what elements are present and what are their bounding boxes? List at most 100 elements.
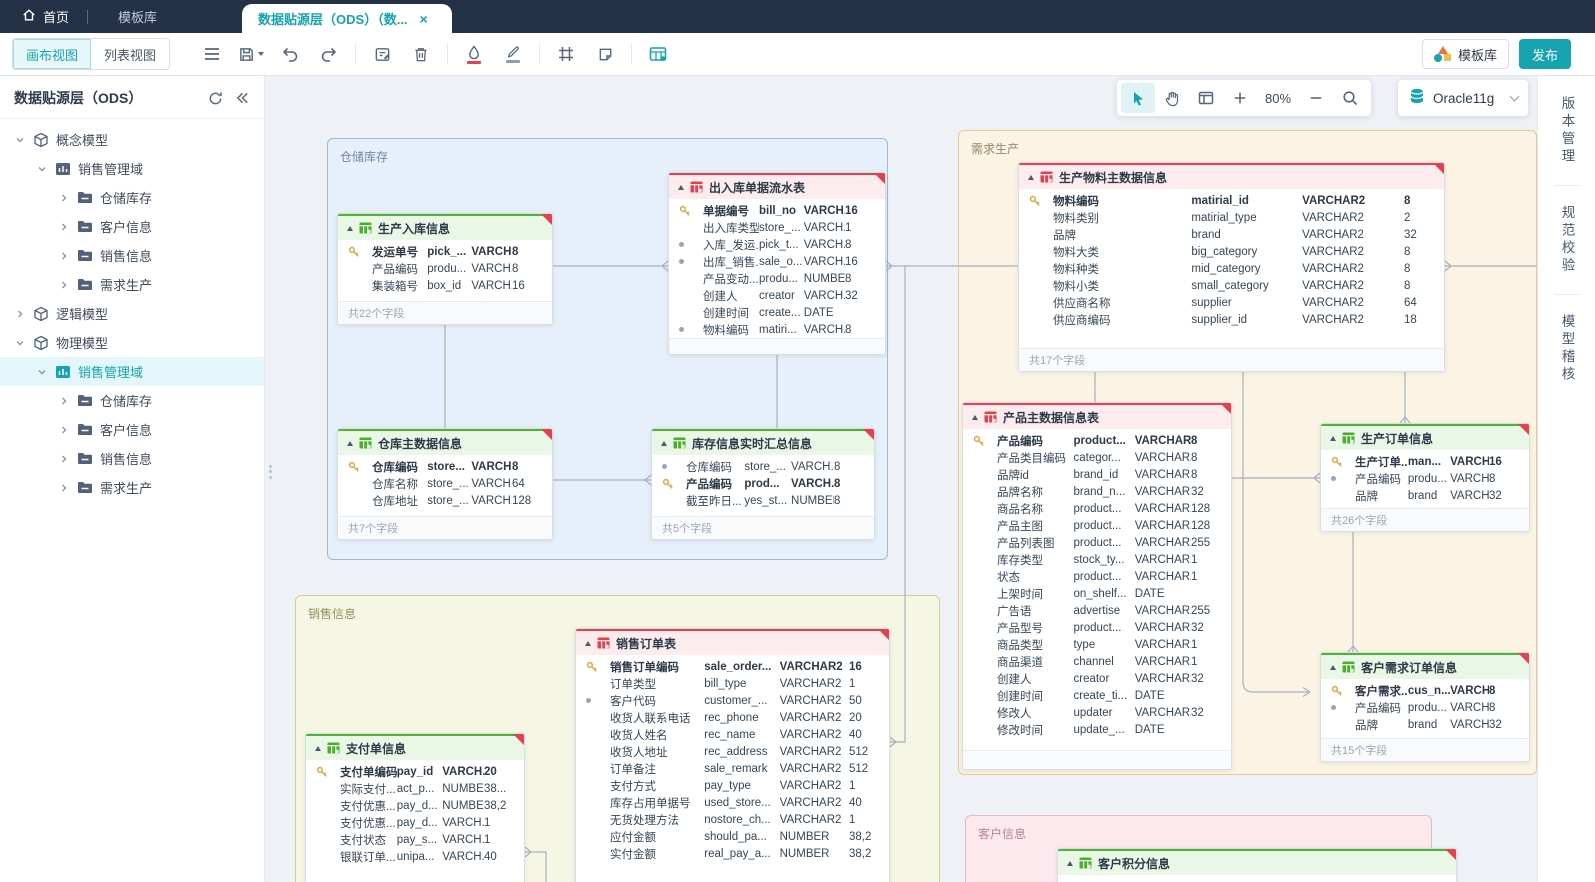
chevron-right-icon[interactable] <box>58 280 70 290</box>
entity-header[interactable]: 生产物料主数据信息 <box>1019 163 1444 189</box>
field-row[interactable]: 物料种类mid_categoryVARCHAR28 <box>1019 260 1444 277</box>
field-row[interactable]: 商品渠道channelVARCHAR21 <box>963 653 1231 670</box>
field-row[interactable]: 商品名称product...VARCHAR2128 <box>963 500 1231 517</box>
field-row[interactable]: 入库_发运...pick_t...VARCH...8 <box>669 236 885 253</box>
field-row[interactable]: 物料小类small_categoryVARCHAR28 <box>1019 277 1444 294</box>
field-row[interactable]: 订单类型bill_typeVARCHAR21 <box>576 675 889 692</box>
entity-sale_order[interactable]: 销售订单表销售订单编码sale_order...VARCHAR216订单类型bi… <box>575 628 890 882</box>
field-row[interactable]: 商品类型typeVARCHAR21 <box>963 636 1231 653</box>
entity-header[interactable]: 仓库主数据信息 <box>338 429 552 455</box>
field-row[interactable]: 品牌brandVARCHAR232 <box>1019 226 1444 243</box>
chevron-right-icon[interactable] <box>58 396 70 406</box>
entity-material_master[interactable]: 生产物料主数据信息物料编码matirial_idVARCHAR28物料类别mat… <box>1018 162 1445 372</box>
field-row[interactable]: 收货人联系电话rec_phoneVARCHAR220 <box>576 709 889 726</box>
chevron-down-icon[interactable] <box>36 367 48 377</box>
tree-item-customer-physical[interactable]: 客户信息 <box>0 415 264 444</box>
zoom-out-button[interactable] <box>1299 83 1333 113</box>
field-row[interactable]: 生产订单...man...VARCH...16 <box>1321 453 1529 470</box>
field-row[interactable]: 应付金额should_pa...NUMBER38,2 <box>576 828 889 845</box>
field-row[interactable]: 仓库地址store_...VARCH...128 <box>338 492 552 509</box>
field-row[interactable]: 库存类型stock_ty...VARCHAR21 <box>963 551 1231 568</box>
field-row[interactable]: 收货人地址rec_addressVARCHAR2512 <box>576 743 889 760</box>
field-row[interactable]: 实际支付...act_p...NUMBER38... <box>306 780 524 797</box>
menu-button[interactable] <box>199 40 225 68</box>
diagram-canvas[interactable]: 仓储库存需求生产销售信息客户信息 生产 <box>265 76 1537 882</box>
field-row[interactable]: 支付单编码pay_idVARCH...20 <box>306 763 524 780</box>
field-row[interactable]: 供应商名称supplierVARCHAR264 <box>1019 294 1444 311</box>
field-row[interactable]: 上架时间on_shelf...DATE <box>963 585 1231 602</box>
field-row[interactable]: 品牌idbrand_idVARCHAR28 <box>963 466 1231 483</box>
field-row[interactable]: 支付状态pay_s...VARCH...1 <box>306 831 524 848</box>
field-row[interactable]: 库存占用单据号used_store...VARCHAR240 <box>576 794 889 811</box>
field-row[interactable]: 支付优惠...pay_d...VARCH...1 <box>306 814 524 831</box>
field-row[interactable]: 状态product...VARCHAR21 <box>963 568 1231 585</box>
chevron-right-icon[interactable] <box>58 193 70 203</box>
entity-header[interactable]: 销售订单表 <box>576 629 889 655</box>
chevron-right-icon[interactable] <box>58 425 70 435</box>
field-row[interactable]: 产品编码produ...VARCH...8 <box>1321 470 1529 487</box>
tab-spec-validation[interactable]: 规范校验 <box>1557 201 1577 279</box>
refresh-icon[interactable] <box>208 91 223 106</box>
tree-item-warehouse-concept[interactable]: 仓储库存 <box>0 183 264 212</box>
template-library-nav[interactable]: 模板库 <box>88 0 187 33</box>
line-color-button[interactable] <box>500 40 526 68</box>
field-row[interactable]: 仓库名称store_...VARCH...64 <box>338 475 552 492</box>
field-row[interactable]: 支付优惠...pay_d...NUMBER38,2 <box>306 797 524 814</box>
chevron-down-icon[interactable] <box>36 164 48 174</box>
field-row[interactable]: 品牌名称brand_n...VARCHAR232 <box>963 483 1231 500</box>
save-dropdown-caret-icon[interactable] <box>258 52 264 56</box>
collapse-panel-icon[interactable] <box>235 91 250 105</box>
entity-payment[interactable]: 支付单信息支付单编码pay_idVARCH...20实际支付...act_p..… <box>305 733 525 882</box>
tab-version-management[interactable]: 版本管理 <box>1557 92 1577 170</box>
redo-button[interactable] <box>316 40 342 68</box>
field-row[interactable]: 产品列表图product...VARCHAR2255 <box>963 534 1231 551</box>
chevron-right-icon[interactable] <box>58 483 70 493</box>
field-row[interactable]: 发运单号pick_...VARCH...8 <box>338 243 552 260</box>
field-row[interactable]: 产品型号product...VARCHAR232 <box>963 619 1231 636</box>
collapse-icon[interactable] <box>678 185 684 190</box>
tree-item-sales-concept[interactable]: 销售信息 <box>0 241 264 270</box>
field-row[interactable]: 仓库编码store_...VARCH...8 <box>652 458 874 475</box>
list-view-button[interactable]: 列表视图 <box>91 39 169 69</box>
minimap-button[interactable] <box>1189 83 1223 113</box>
undo-button[interactable] <box>277 40 303 68</box>
zoom-in-button[interactable] <box>1223 83 1257 113</box>
tab-close-icon[interactable]: × <box>420 11 428 27</box>
tab-model-audit[interactable]: 模型稽核 <box>1557 310 1577 388</box>
publish-button[interactable]: 发布 <box>1519 39 1571 69</box>
field-row[interactable]: 无货处理方法nostore_ch...VARCHAR21 <box>576 811 889 828</box>
select-tool-button[interactable] <box>1121 83 1155 113</box>
collapse-icon[interactable] <box>347 441 353 446</box>
entity-header[interactable]: 生产订单信息 <box>1321 424 1529 450</box>
field-row[interactable]: 创建人creatorVARCHAR232 <box>963 670 1231 687</box>
chevron-right-icon[interactable] <box>58 251 70 261</box>
field-row[interactable]: 集装箱号box_idVARCH...16 <box>338 277 552 294</box>
collapse-icon[interactable] <box>661 441 667 446</box>
save-button[interactable] <box>238 40 264 68</box>
collapse-icon[interactable] <box>1330 665 1336 670</box>
collapse-icon[interactable] <box>585 641 591 646</box>
home-nav[interactable]: 首页 <box>0 0 87 33</box>
entity-points[interactable]: 客户积分信息 <box>1057 848 1457 882</box>
field-row[interactable]: 修改人updaterVARCHAR232 <box>963 704 1231 721</box>
zoom-search-button[interactable] <box>1333 83 1367 113</box>
field-row[interactable]: 广告语advertiseVARCHAR2255 <box>963 602 1231 619</box>
chevron-right-icon[interactable] <box>58 454 70 464</box>
entity-header[interactable]: 产品主数据信息表 <box>963 403 1231 429</box>
collapse-icon[interactable] <box>347 226 353 231</box>
collapse-icon[interactable] <box>1028 175 1034 180</box>
field-row[interactable]: 单据编号bill_noVARCH...16 <box>669 202 885 219</box>
panel-resize-handle[interactable] <box>269 462 272 481</box>
entity-io_flow[interactable]: 出入库单据流水表单据编号bill_noVARCH...16出入库类型store_… <box>668 172 886 355</box>
field-row[interactable]: 物料大类big_categoryVARCHAR28 <box>1019 243 1444 260</box>
field-row[interactable]: 收货人姓名rec_nameVARCHAR240 <box>576 726 889 743</box>
field-row[interactable]: 支付方式pay_typeVARCHAR21 <box>576 777 889 794</box>
field-row[interactable]: 产品变动...produ...NUMBER8 <box>669 270 885 287</box>
entity-prod_order[interactable]: 生产订单信息生产订单...man...VARCH...16产品编码produ..… <box>1320 423 1530 532</box>
entity-header[interactable]: 库存信息实时汇总信息 <box>652 429 874 455</box>
field-row[interactable]: 客户代码customer_...VARCHAR250 <box>576 692 889 709</box>
entity-cust_demand[interactable]: 客户需求订单信息客户需求...cus_n...VARCH...8产品编码prod… <box>1320 652 1530 762</box>
field-row[interactable]: 销售订单编码sale_order...VARCHAR216 <box>576 658 889 675</box>
field-row[interactable]: 供应商编码supplier_idVARCHAR218 <box>1019 311 1444 328</box>
canvas-view-button[interactable]: 画布视图 <box>13 39 91 69</box>
